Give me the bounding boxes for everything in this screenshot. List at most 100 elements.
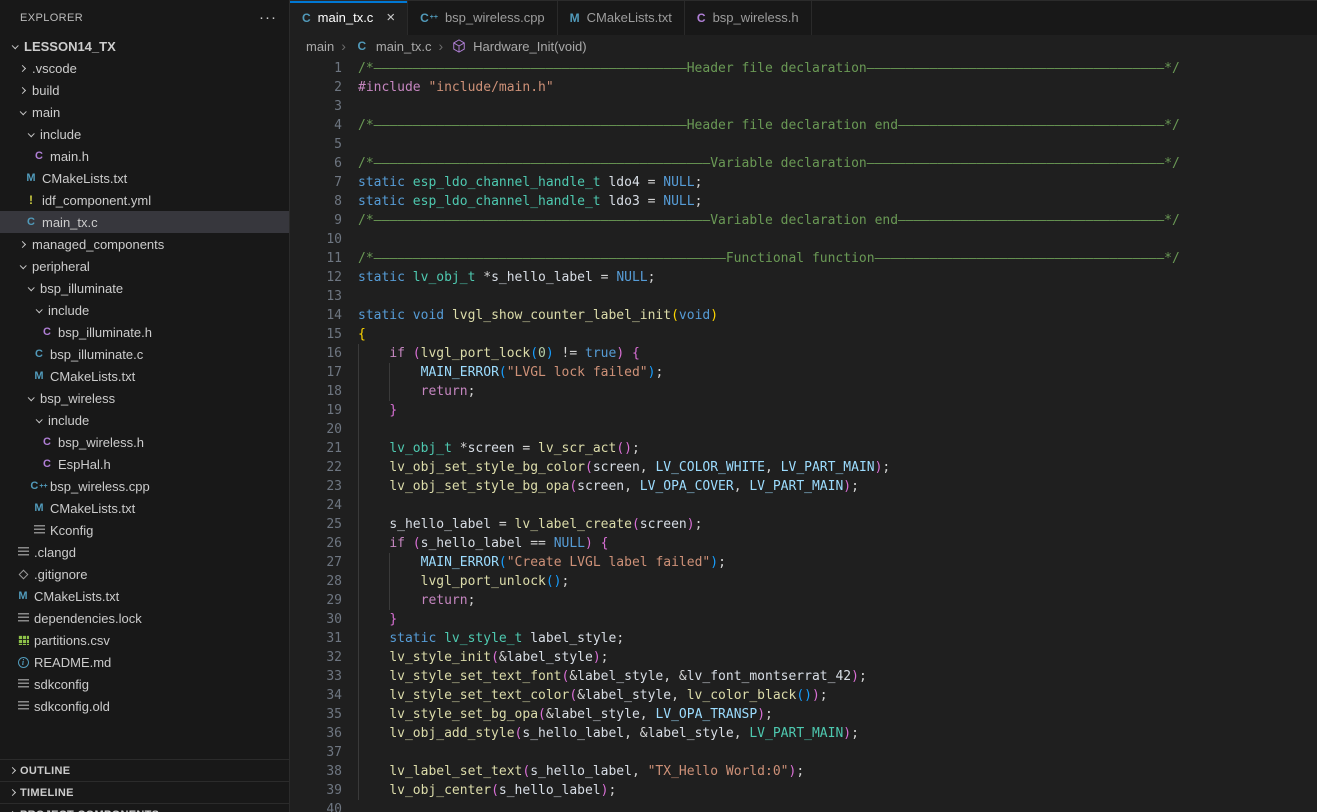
code-line[interactable]: 26 if (s_hello_label == NULL) { [290,534,1317,553]
code-line[interactable]: 31 static lv_style_t label_style; [290,629,1317,648]
code-line[interactable]: 16 if (lvgl_port_lock(0) != true) { [290,344,1317,363]
tree-folder-peripheral[interactable]: peripheral [0,255,289,277]
editor-area: Cmain_tx.c×C++bsp_wireless.cppMCMakeList… [290,0,1317,812]
code-line[interactable]: 9/*—————————————————————————————————————… [290,211,1317,230]
tree-file-cmakelists-txt[interactable]: MCMakeLists.txt [0,365,289,387]
tree-file-bsp-wireless-cpp[interactable]: C++bsp_wireless.cpp [0,475,289,497]
code-line[interactable]: 4/*—————————————————————————————————————… [290,116,1317,135]
more-actions-icon[interactable]: ··· [259,13,277,23]
code-line[interactable]: 25 s_hello_label = lv_label_create(scree… [290,515,1317,534]
code-line[interactable]: 7static esp_ldo_channel_handle_t ldo4 = … [290,173,1317,192]
code-line[interactable]: 3 [290,97,1317,116]
tab-main-tx-c[interactable]: Cmain_tx.c× [290,1,408,35]
code-line[interactable]: 5 [290,135,1317,154]
tab-bsp-wireless-cpp[interactable]: C++bsp_wireless.cpp [408,1,558,35]
code-line[interactable]: 23 lv_obj_set_style_bg_opa(screen, LV_OP… [290,477,1317,496]
code-line[interactable]: 13 [290,287,1317,306]
tree-folder-include[interactable]: include [0,299,289,321]
code-line[interactable]: 30 } [290,610,1317,629]
tree-file-partitions-csv[interactable]: partitions.csv [0,629,289,651]
code-line[interactable]: 36 lv_obj_add_style(s_hello_label, &labe… [290,724,1317,743]
tree-file-cmakelists-txt[interactable]: MCMakeLists.txt [0,497,289,519]
generic-file-icon [14,679,32,689]
line-number: 7 [290,173,342,192]
code-line[interactable]: 40 [290,800,1317,812]
code-line[interactable]: 38 lv_label_set_text(s_hello_label, "TX_… [290,762,1317,781]
code-line[interactable]: 21 lv_obj_t *screen = lv_scr_act(); [290,439,1317,458]
code-line[interactable]: 32 lv_style_init(&label_style); [290,648,1317,667]
tree-folder-bsp-wireless[interactable]: bsp_wireless [0,387,289,409]
tree-folder-managed-components[interactable]: managed_components [0,233,289,255]
code-line[interactable]: 33 lv_style_set_text_font(&label_style, … [290,667,1317,686]
tree-folder-lesson14-tx[interactable]: LESSON14_TX [0,35,289,57]
tree-file-main-tx-c[interactable]: Cmain_tx.c [0,211,289,233]
tree-file-bsp-wireless-h[interactable]: Cbsp_wireless.h [0,431,289,453]
tab-bsp-wireless-h[interactable]: Cbsp_wireless.h [685,1,812,35]
tree-file-sdkconfig-old[interactable]: sdkconfig.old [0,695,289,717]
code-line[interactable]: 19 } [290,401,1317,420]
code-line[interactable]: 10 [290,230,1317,249]
section-header-timeline[interactable]: TIMELINE [0,781,289,803]
code-line[interactable]: 28 lvgl_port_unlock(); [290,572,1317,591]
code-line[interactable]: 8static esp_ldo_channel_handle_t ldo3 = … [290,192,1317,211]
code-editor[interactable]: 1/*—————————————————————————————————————… [290,57,1317,812]
tree-file-sdkconfig[interactable]: sdkconfig [0,673,289,695]
breadcrumb-label: Hardware_Init(void) [473,39,586,54]
tree-file-bsp-illuminate-c[interactable]: Cbsp_illuminate.c [0,343,289,365]
tree-file-cmakelists-txt[interactable]: MCMakeLists.txt [0,585,289,607]
tree-folder-include[interactable]: include [0,123,289,145]
tab-close-icon[interactable]: × [386,12,395,24]
code-line[interactable]: 12static lv_obj_t *s_hello_label = NULL; [290,268,1317,287]
tree-file-esphal-h[interactable]: CEspHal.h [0,453,289,475]
code-line[interactable]: 14static void lvgl_show_counter_label_in… [290,306,1317,325]
tree-file-dependencies-lock[interactable]: dependencies.lock [0,607,289,629]
code-line[interactable]: 35 lv_style_set_bg_opa(&label_style, LV_… [290,705,1317,724]
code-line[interactable]: 22 lv_obj_set_style_bg_color(screen, LV_… [290,458,1317,477]
tree-file-cmakelists-txt[interactable]: MCMakeLists.txt [0,167,289,189]
line-number: 40 [290,800,342,812]
tree-file-main-h[interactable]: Cmain.h [0,145,289,167]
code-line[interactable]: 20 [290,420,1317,439]
breadcrumb-item-0[interactable]: main [306,39,334,54]
tab-label: CMakeLists.txt [587,10,672,25]
section-header-outline[interactable]: OUTLINE [0,759,289,781]
code-line[interactable]: 2#include "include/main.h" [290,78,1317,97]
breadcrumb-item-1[interactable]: Cmain_tx.c [353,39,432,54]
tab-cmakelists-txt[interactable]: MCMakeLists.txt [558,1,685,35]
breadcrumb-item-2[interactable]: Hardware_Init(void) [450,39,586,54]
line-number: 3 [290,97,342,116]
code-line[interactable]: 34 lv_style_set_text_color(&label_style,… [290,686,1317,705]
line-number: 33 [290,667,342,686]
line-number: 37 [290,743,342,762]
code-line[interactable]: 37 [290,743,1317,762]
tree-file-bsp-illuminate-h[interactable]: Cbsp_illuminate.h [0,321,289,343]
code-line[interactable]: 17 MAIN_ERROR("LVGL lock failed"); [290,363,1317,382]
code-line[interactable]: 11/*————————————————————————————————————… [290,249,1317,268]
tree-file-readme-md[interactable]: iREADME.md [0,651,289,673]
tree-file--clangd[interactable]: .clangd [0,541,289,563]
line-content: s_hello_label = lv_label_create(screen); [342,515,1317,534]
tree-folder-bsp-illuminate[interactable]: bsp_illuminate [0,277,289,299]
code-line[interactable]: 6/*—————————————————————————————————————… [290,154,1317,173]
tree-file--gitignore[interactable]: .gitignore [0,563,289,585]
tree-folder--vscode[interactable]: .vscode [0,57,289,79]
tree-file-kconfig[interactable]: Kconfig [0,519,289,541]
section-label: TIMELINE [20,787,74,799]
line-content [342,743,1317,762]
tree-folder-build[interactable]: build [0,79,289,101]
code-line[interactable]: 24 [290,496,1317,515]
code-line[interactable]: 15{ [290,325,1317,344]
line-content: } [342,610,1317,629]
tree-item-label: main [32,105,60,120]
chevron-down-icon [22,286,38,291]
section-header-project-components[interactable]: PROJECT COMPONENTS [0,803,289,812]
code-line[interactable]: 1/*—————————————————————————————————————… [290,59,1317,78]
tree-file-idf-component-yml[interactable]: !idf_component.yml [0,189,289,211]
code-line[interactable]: 27 MAIN_ERROR("Create LVGL label failed"… [290,553,1317,572]
code-line[interactable]: 18 return; [290,382,1317,401]
tree-item-label: bsp_illuminate [40,281,123,296]
tree-folder-main[interactable]: main [0,101,289,123]
tree-folder-include[interactable]: include [0,409,289,431]
code-line[interactable]: 29 return; [290,591,1317,610]
code-line[interactable]: 39 lv_obj_center(s_hello_label); [290,781,1317,800]
